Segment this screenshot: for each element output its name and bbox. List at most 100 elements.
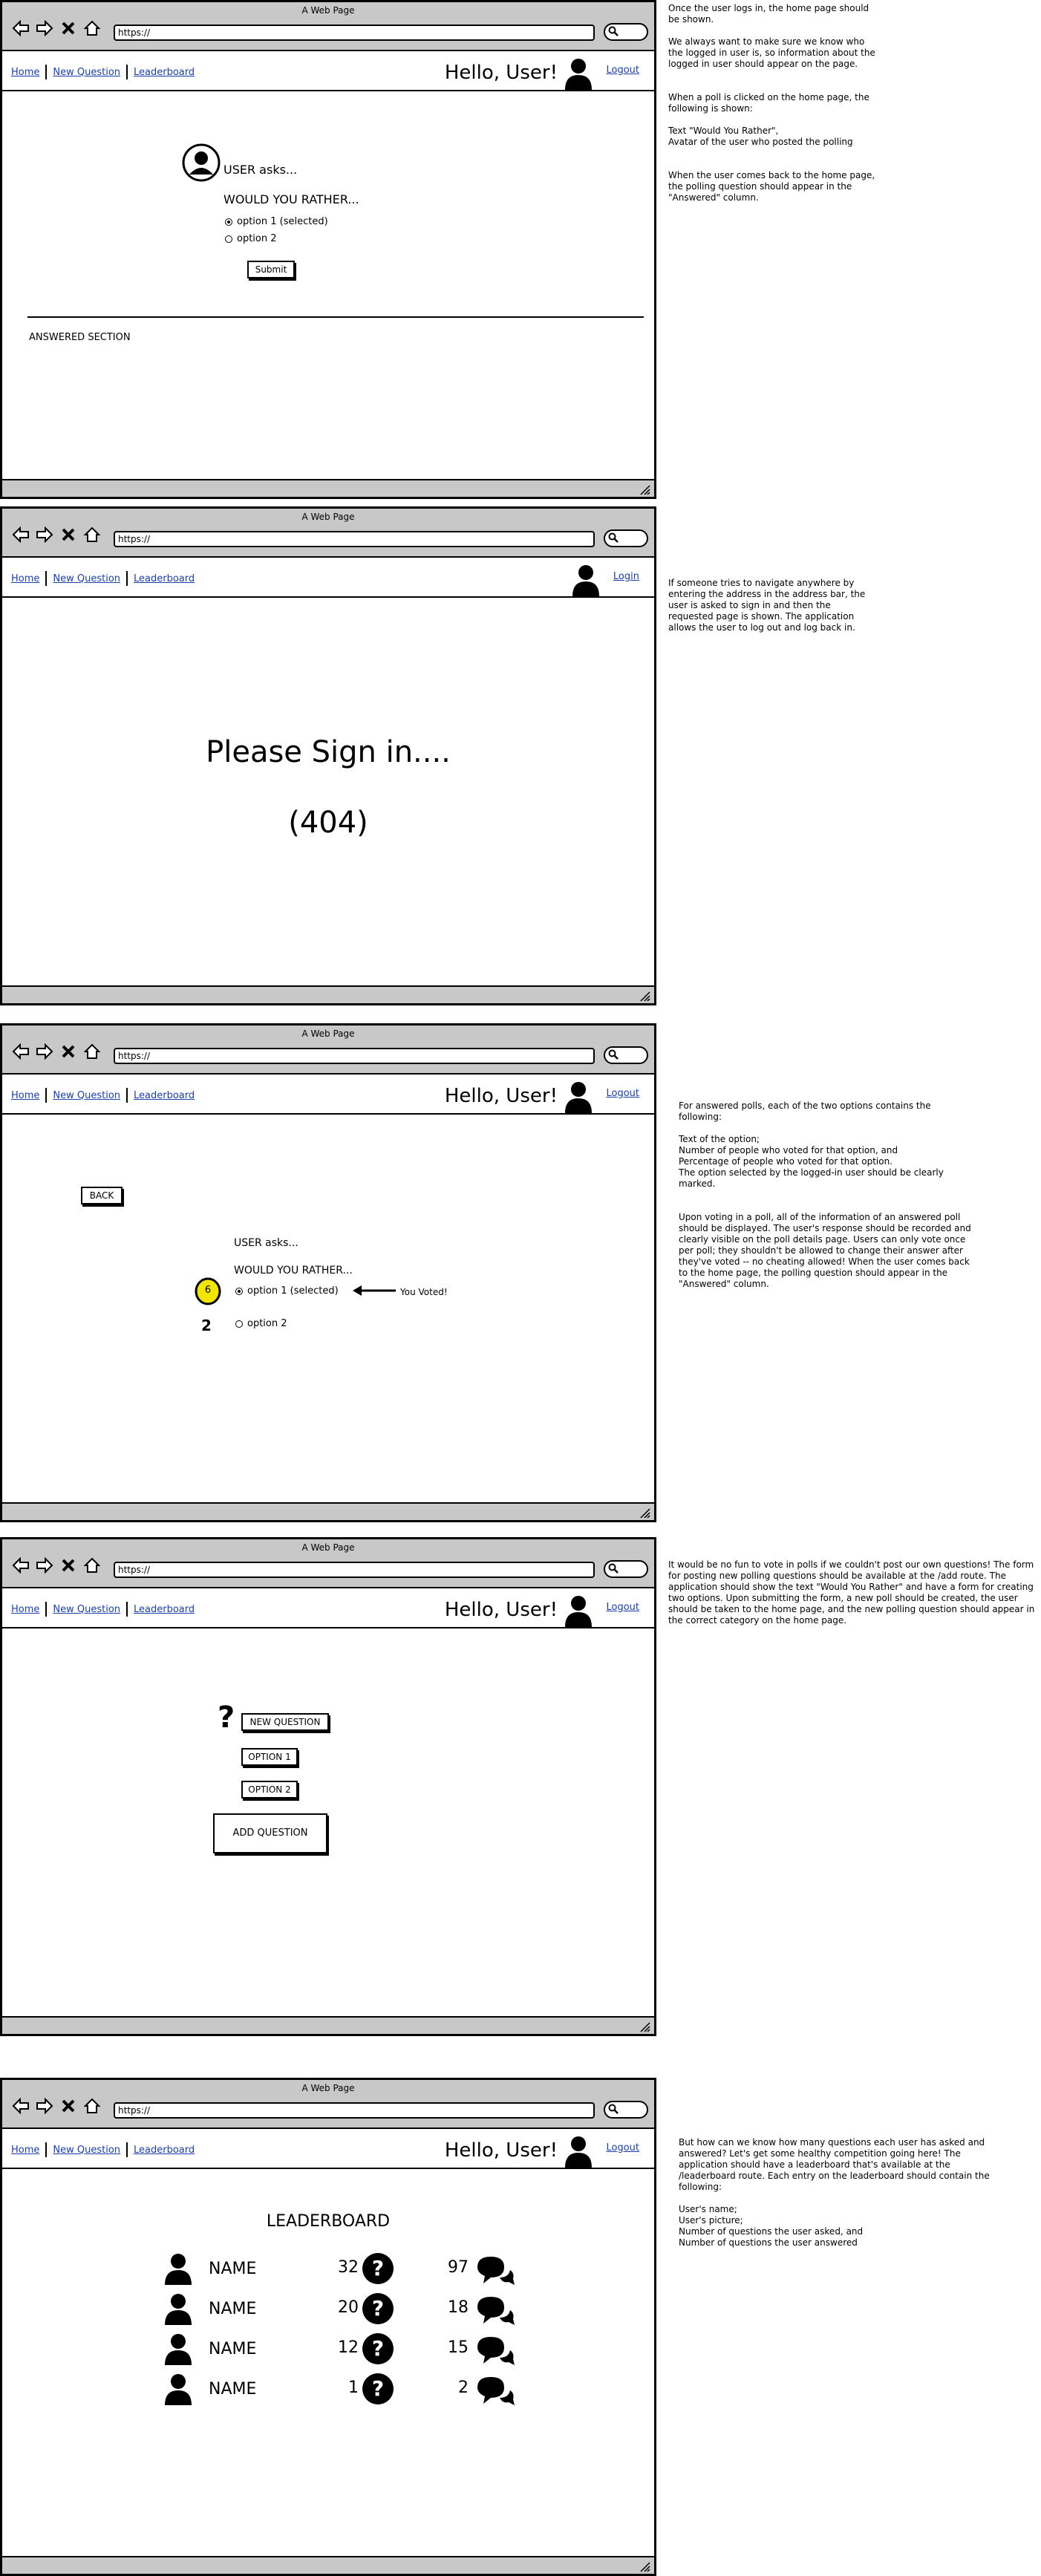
nav-divider	[45, 571, 48, 586]
nav-new-question-link[interactable]: New Question	[53, 1604, 120, 1615]
new-question-input[interactable]: NEW QUESTION	[241, 1713, 329, 1731]
user-avatar-icon	[165, 2294, 192, 2325]
option-1-input[interactable]: OPTION 1	[241, 1748, 298, 1766]
error-code: (404)	[288, 806, 368, 840]
forward-arrow-icon[interactable]	[35, 525, 54, 544]
browser-search-field[interactable]	[604, 23, 648, 41]
stop-icon[interactable]	[59, 1556, 78, 1575]
submit-button[interactable]: Submit	[247, 261, 295, 278]
nav-leaderboard-link[interactable]: Leaderboard	[134, 1090, 195, 1101]
questions-answered-count: 15	[448, 2338, 469, 2357]
radio-selected-icon	[235, 1287, 243, 1295]
nav-leaderboard-link[interactable]: Leaderboard	[134, 573, 195, 584]
resize-grip-icon[interactable]	[639, 991, 651, 1002]
radio-icon[interactable]	[225, 235, 232, 243]
add-question-button[interactable]: ADD QUESTION	[213, 1813, 327, 1853]
address-bar[interactable]: https://	[114, 531, 595, 547]
question-circle-icon: ?	[362, 2293, 394, 2324]
browser-statusbar	[2, 985, 654, 1003]
login-link[interactable]: Login	[613, 571, 639, 582]
back-arrow-icon[interactable]	[11, 525, 30, 544]
forward-arrow-icon[interactable]	[35, 19, 54, 38]
leaderboard-row: NAME 12? 15	[2, 2331, 659, 2371]
option-label: option 1 (selected)	[237, 216, 328, 227]
back-arrow-icon[interactable]	[11, 1556, 30, 1575]
home-icon[interactable]	[82, 19, 102, 38]
forward-arrow-icon[interactable]	[35, 2096, 54, 2116]
resize-grip-icon[interactable]	[639, 2562, 651, 2572]
forward-arrow-icon[interactable]	[35, 1042, 54, 1061]
wireframe-sign-in-required: A Web Page https:// Home New Question Le…	[0, 506, 656, 1005]
leaderboard-row: NAME 1? 2	[2, 2371, 659, 2411]
radio-selected-icon[interactable]	[225, 218, 232, 226]
logout-link[interactable]: Logout	[606, 1088, 639, 1099]
logout-link[interactable]: Logout	[606, 1602, 639, 1613]
resize-grip-icon[interactable]	[639, 1508, 651, 1519]
would-you-rather-heading: WOULD YOU RATHER...	[223, 192, 359, 206]
back-arrow-icon[interactable]	[11, 1042, 30, 1061]
home-icon[interactable]	[82, 1556, 102, 1575]
back-arrow-icon[interactable]	[11, 2096, 30, 2116]
browser-search-field[interactable]	[604, 529, 648, 547]
questions-asked-count: 1	[348, 2378, 359, 2397]
nav-new-question-link[interactable]: New Question	[53, 2145, 120, 2156]
logout-link[interactable]: Logout	[606, 2142, 639, 2153]
poll-option-1: option 1 (selected)	[235, 1285, 339, 1297]
browser-search-field[interactable]	[604, 1560, 648, 1578]
window-title: A Web Page	[301, 2083, 355, 2093]
browser-nav-buttons	[11, 1042, 102, 1061]
home-icon[interactable]	[82, 525, 102, 544]
user-avatar-icon	[565, 1082, 592, 1113]
home-icon[interactable]	[82, 1042, 102, 1061]
home-icon[interactable]	[82, 2096, 102, 2116]
nav-links: Home New Question Leaderboard	[11, 2142, 195, 2157]
annotation-note: Once the user logs in, the home page sho…	[668, 3, 875, 203]
greeting-text: Hello, User!	[444, 1599, 558, 1621]
address-bar[interactable]: https://	[114, 1562, 595, 1578]
address-bar[interactable]: https://	[114, 25, 595, 41]
poll-option-2[interactable]: option 2	[225, 233, 277, 244]
address-bar[interactable]: https://	[114, 1048, 595, 1064]
comments-icon	[477, 2297, 515, 2325]
back-arrow-icon[interactable]	[11, 19, 30, 38]
user-name: NAME	[209, 2260, 257, 2278]
stop-icon[interactable]	[59, 2096, 78, 2116]
browser-nav-buttons	[11, 525, 102, 544]
greeting-text: Hello, User!	[444, 1085, 558, 1107]
nav-divider	[126, 2142, 128, 2157]
nav-new-question-link[interactable]: New Question	[53, 67, 120, 78]
nav-new-question-link[interactable]: New Question	[53, 573, 120, 584]
user-avatar-icon	[165, 2254, 192, 2285]
logout-link[interactable]: Logout	[606, 65, 639, 76]
nav-divider	[45, 65, 48, 79]
nav-leaderboard-link[interactable]: Leaderboard	[134, 1604, 195, 1615]
nav-leaderboard-link[interactable]: Leaderboard	[134, 2145, 195, 2156]
browser-search-field[interactable]	[604, 1046, 648, 1064]
option-label: option 2	[247, 1318, 287, 1329]
address-bar[interactable]: https://	[114, 2102, 595, 2119]
browser-search-field[interactable]	[604, 2101, 648, 2119]
nav-home-link[interactable]: Home	[11, 1090, 39, 1101]
nav-new-question-link[interactable]: New Question	[53, 1090, 120, 1101]
questions-answered-count: 2	[458, 2378, 469, 2397]
stop-icon[interactable]	[59, 1042, 78, 1061]
stop-icon[interactable]	[59, 19, 78, 38]
nav-home-link[interactable]: Home	[11, 2145, 39, 2156]
wireframe-home-poll: A Web Page https:// Home New Question Le…	[0, 0, 656, 499]
nav-divider	[126, 65, 128, 79]
poll-option-1[interactable]: option 1 (selected)	[225, 216, 328, 227]
nav-links: Home New Question Leaderboard	[11, 1602, 195, 1617]
resize-grip-icon[interactable]	[639, 2022, 651, 2032]
forward-arrow-icon[interactable]	[35, 1556, 54, 1575]
resize-grip-icon[interactable]	[639, 485, 651, 495]
user-name: NAME	[209, 2380, 257, 2399]
stop-icon[interactable]	[59, 525, 78, 544]
nav-home-link[interactable]: Home	[11, 573, 39, 584]
comments-icon	[477, 2377, 515, 2405]
option-2-input[interactable]: OPTION 2	[241, 1781, 298, 1799]
nav-leaderboard-link[interactable]: Leaderboard	[134, 67, 195, 78]
nav-home-link[interactable]: Home	[11, 67, 39, 78]
sign-in-message: Please Sign in....	[206, 735, 451, 769]
nav-home-link[interactable]: Home	[11, 1604, 39, 1615]
back-button[interactable]: BACK	[81, 1187, 123, 1204]
